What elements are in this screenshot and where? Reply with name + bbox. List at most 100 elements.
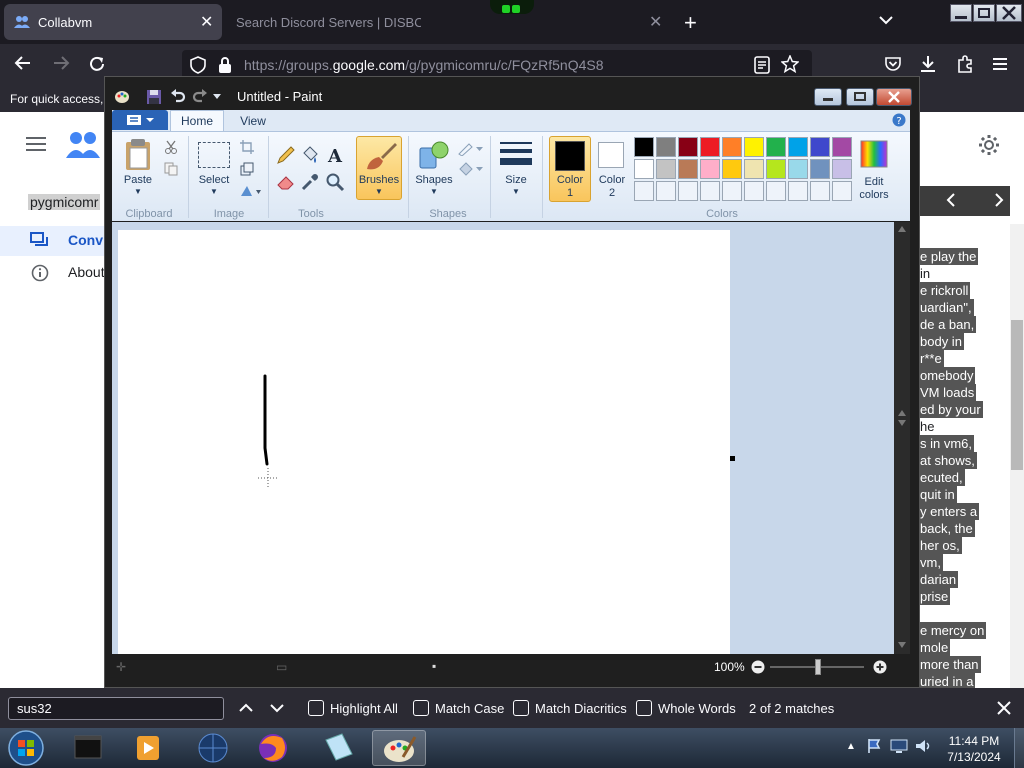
previous-conversation-icon[interactable] [944,192,958,208]
size-dropdown-icon[interactable]: ▼ [512,187,520,196]
taskbar-cmd-button[interactable] [62,730,116,766]
start-orb-icon[interactable] [6,729,46,767]
select-icon[interactable] [198,142,230,168]
zoom-in-icon[interactable] [873,660,887,674]
palette-color-swatch[interactable] [634,159,654,179]
magnifier-icon[interactable] [325,172,345,192]
custom-color-slot[interactable] [788,181,808,201]
match-case-checkbox[interactable] [413,700,429,716]
forward-icon[interactable] [52,54,70,72]
reload-icon[interactable] [88,55,106,73]
find-input[interactable]: sus32 [8,697,224,720]
url-text[interactable]: https://groups.google.com/g/pygmicomru/c… [244,57,604,73]
list-tabs-chevron-icon[interactable] [878,12,894,28]
volume-icon[interactable] [914,738,932,754]
show-hidden-icons-icon[interactable]: ▲ [846,741,856,752]
close-tab-icon[interactable]: ✕ [200,12,213,32]
custom-color-slot[interactable] [656,181,676,201]
custom-color-slot[interactable] [766,181,786,201]
whole-words-checkbox[interactable] [636,700,652,716]
custom-color-slot[interactable] [832,181,852,201]
select-button-label[interactable]: Select [194,174,234,186]
back-icon[interactable] [14,54,32,72]
taskbar-paint-button[interactable] [372,730,426,766]
nav-about[interactable]: About [68,264,105,280]
menu-hamburger-icon[interactable] [992,56,1008,72]
close-tab-icon[interactable]: ✕ [649,12,662,32]
undo-icon[interactable] [170,89,186,105]
palette-color-swatch[interactable] [832,159,852,179]
canvas-scrollbar[interactable] [894,222,910,654]
palette-color-swatch[interactable] [722,137,742,157]
action-center-flag-icon[interactable] [866,738,882,754]
color2-swatch[interactable] [598,142,624,168]
next-conversation-icon[interactable] [992,192,1006,208]
downloads-icon[interactable] [919,55,937,73]
zoom-slider-thumb[interactable] [815,659,821,675]
palette-color-swatch[interactable] [744,137,764,157]
whole-words-label[interactable]: Whole Words [658,701,736,716]
main-menu-icon[interactable] [26,136,46,152]
taskbar-notepad-button[interactable] [312,730,366,766]
crop-icon[interactable] [240,140,254,154]
page-scrollbar-thumb[interactable] [1011,320,1023,470]
taskbar-media-player-button[interactable] [122,730,176,766]
outline-icon[interactable] [458,142,484,156]
color2-label[interactable]: Color 2 [592,174,632,200]
paste-dropdown-icon[interactable]: ▼ [134,187,142,196]
palette-color-swatch[interactable] [788,159,808,179]
reader-view-icon[interactable] [754,56,770,74]
custom-color-slot[interactable] [722,181,742,201]
vm-restore-button[interactable] [973,4,995,22]
paint-close-button[interactable] [876,88,912,106]
save-icon[interactable] [146,89,162,105]
drawing-canvas[interactable] [118,230,730,654]
custom-color-slot[interactable] [810,181,830,201]
help-icon[interactable]: ? [892,113,906,127]
taskbar-ie-button[interactable] [186,730,240,766]
edit-colors-label[interactable]: Edit colors [852,176,896,202]
color-picker-icon[interactable] [300,172,320,192]
rotate-icon[interactable] [240,184,262,198]
match-diacritics-label[interactable]: Match Diacritics [535,701,627,716]
custom-color-slot[interactable] [700,181,720,201]
select-dropdown-icon[interactable]: ▼ [210,187,218,196]
shapes-button-label[interactable]: Shapes [412,174,456,186]
zoom-out-icon[interactable] [751,660,765,674]
show-desktop-button[interactable] [1014,728,1024,768]
palette-color-swatch[interactable] [788,137,808,157]
tab-disboard[interactable]: Search Discord Servers | DISBOARD ✕ [226,4,676,40]
palette-color-swatch[interactable] [810,137,830,157]
palette-color-swatch[interactable] [678,137,698,157]
text-tool-icon[interactable]: A [325,145,345,165]
paste-button-label[interactable]: Paste [118,174,158,186]
resize-icon[interactable] [240,162,254,176]
paint-maximize-button[interactable] [846,88,874,106]
tab-view[interactable]: View [228,110,278,132]
bookmark-star-icon[interactable] [781,55,799,73]
paste-icon[interactable] [124,138,154,172]
pocket-icon[interactable] [884,56,902,72]
cut-icon[interactable] [164,140,178,154]
shield-icon[interactable] [190,56,206,74]
fill-bucket-icon[interactable] [300,145,320,165]
eraser-icon[interactable] [276,172,296,192]
fill-icon[interactable] [458,162,484,176]
vm-minimize-button[interactable] [950,4,972,22]
match-case-label[interactable]: Match Case [435,701,504,716]
paint-minimize-button[interactable] [814,88,842,106]
custom-color-slot[interactable] [744,181,764,201]
palette-color-swatch[interactable] [678,159,698,179]
taskbar-firefox-button[interactable] [246,730,300,766]
palette-color-swatch[interactable] [700,159,720,179]
redo-icon[interactable] [192,89,208,105]
palette-color-swatch[interactable] [766,159,786,179]
extensions-icon[interactable] [956,55,974,73]
tab-collabvm[interactable]: Collabvm ✕ [4,4,222,40]
palette-color-swatch[interactable] [766,137,786,157]
group-name[interactable]: pygmicomr [28,194,101,210]
size-icon[interactable] [500,140,532,168]
new-tab-icon[interactable]: + [684,10,697,36]
palette-color-swatch[interactable] [722,159,742,179]
close-find-bar-icon[interactable] [996,700,1012,716]
